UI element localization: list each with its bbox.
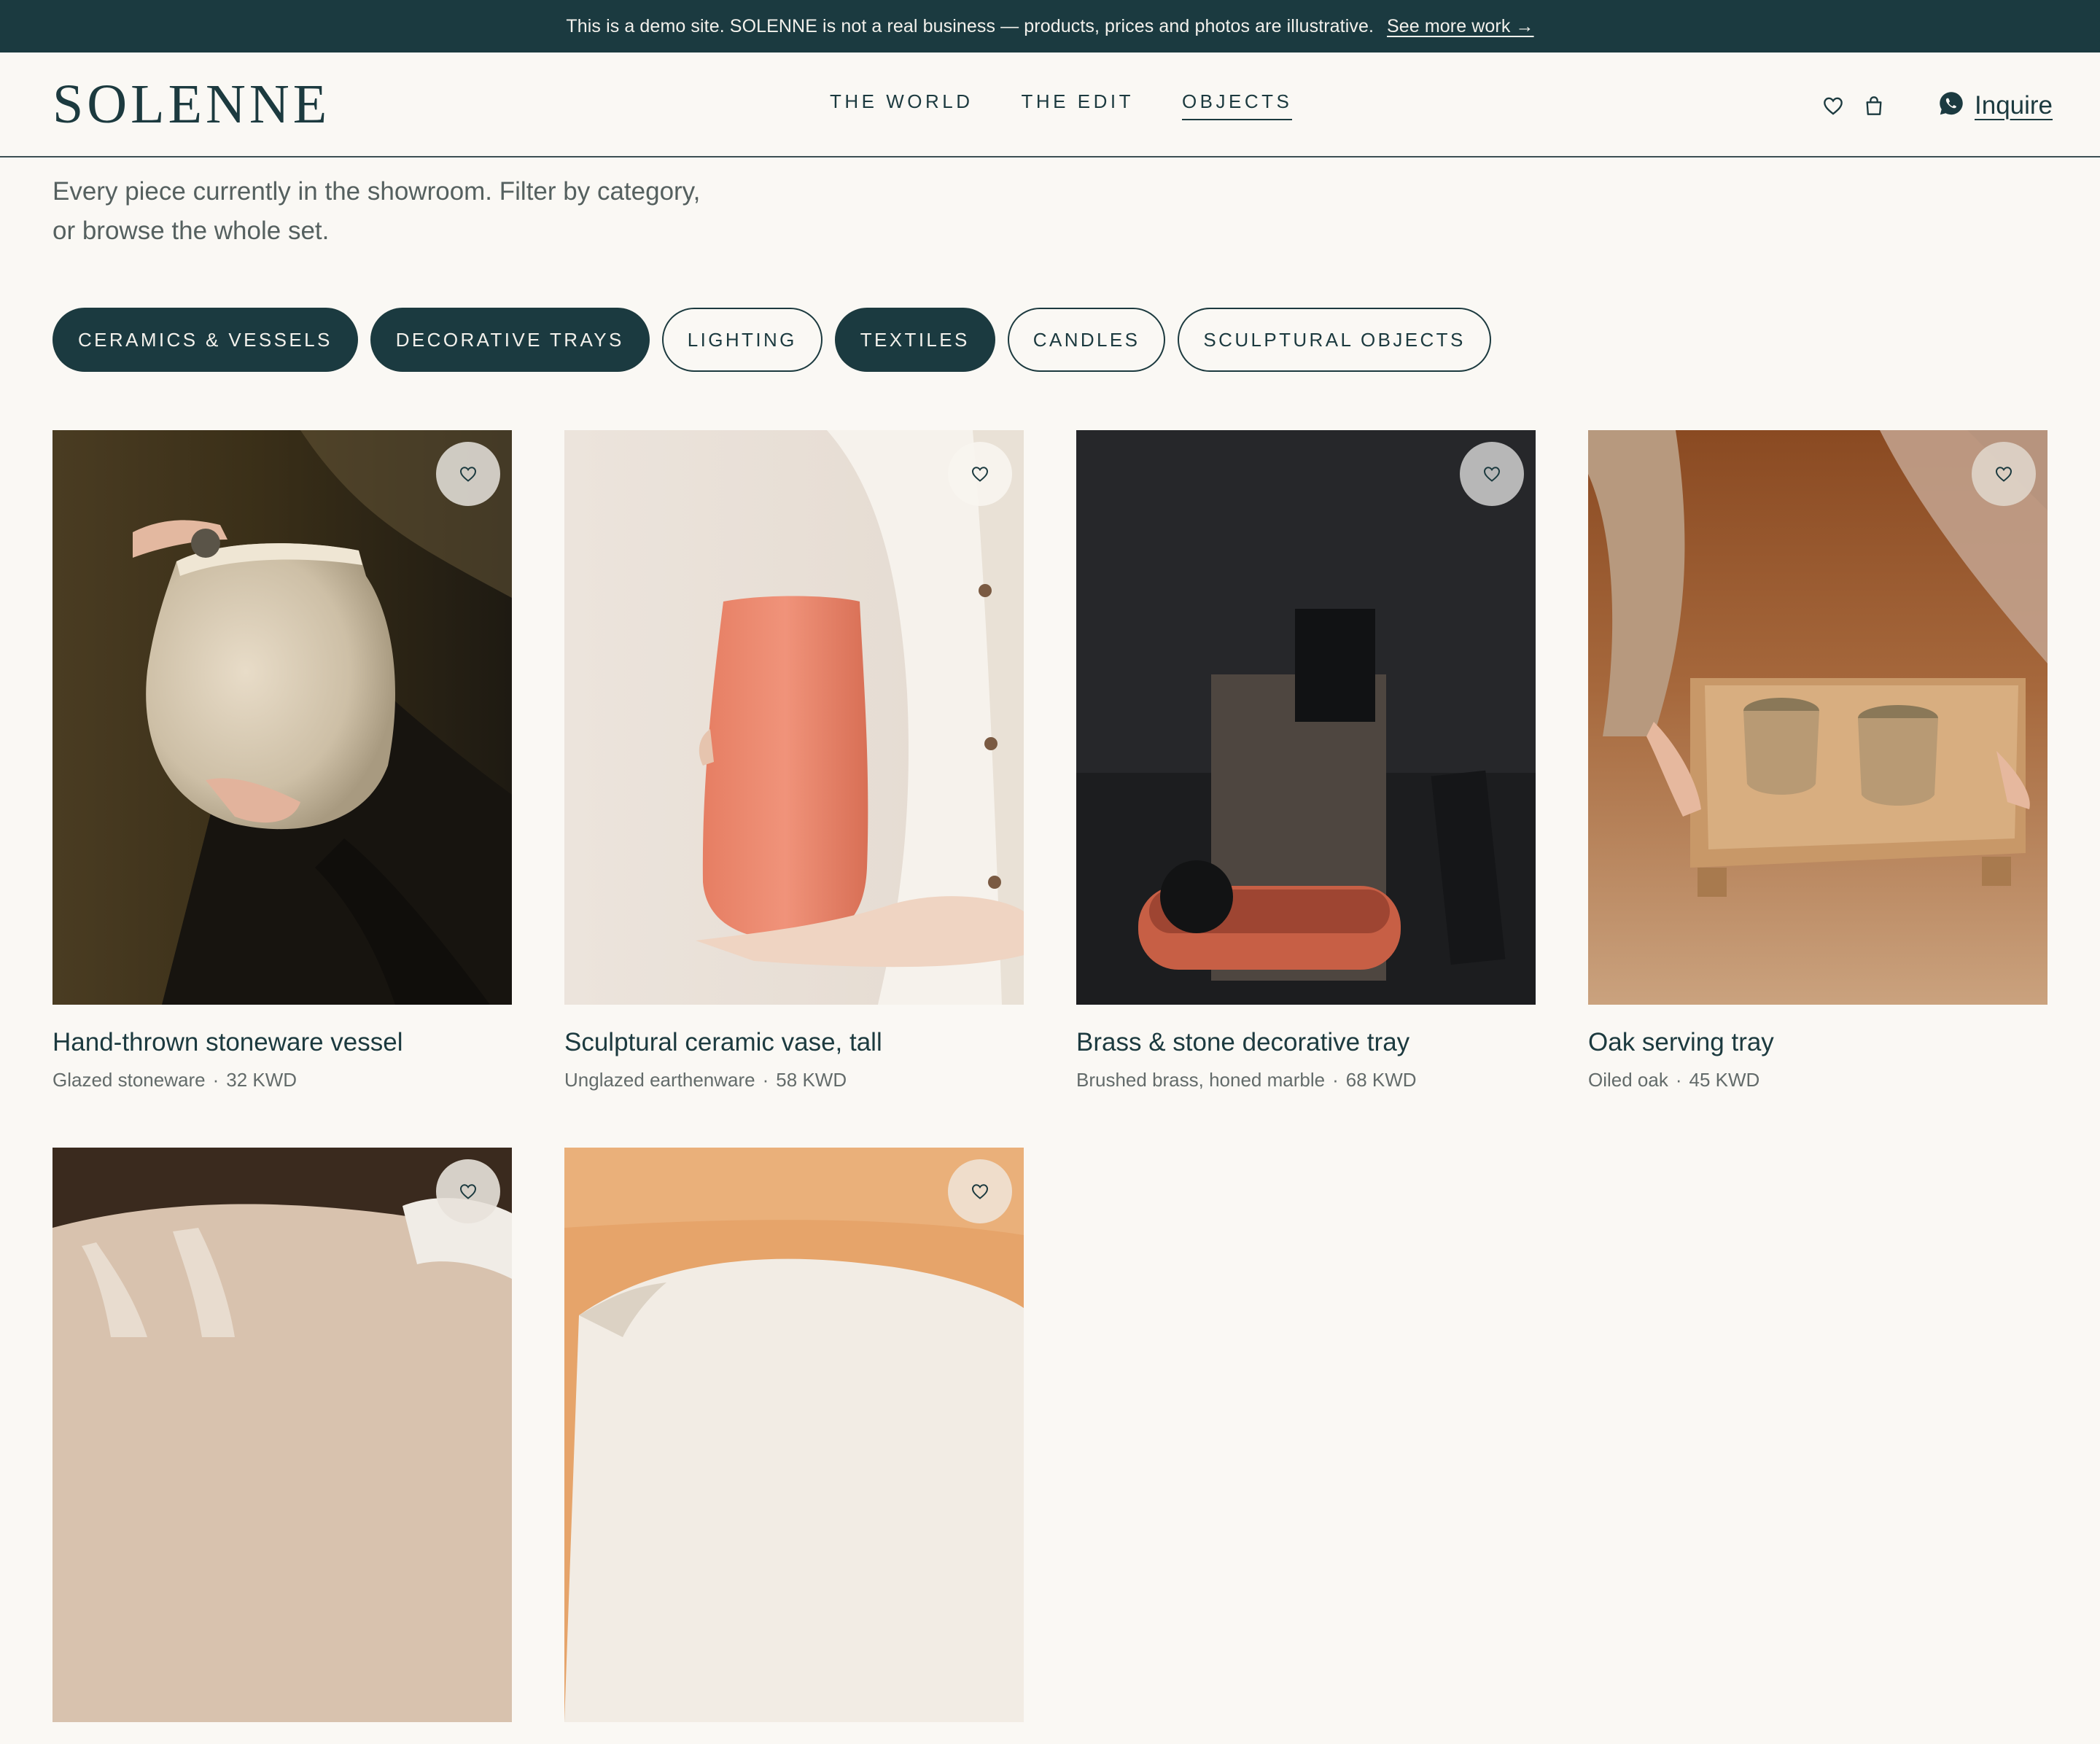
demo-banner-text: This is a demo site. SOLENNE is not a re… (566, 15, 1374, 36)
product-price: 58 KWD (776, 1069, 847, 1091)
favorite-button[interactable] (436, 442, 500, 506)
heart-icon (459, 467, 477, 482)
product-card[interactable]: Sculptural ceramic vase, tall Unglazed e… (564, 430, 1024, 1092)
filter-sculptural-objects[interactable]: SCULPTURAL OBJECTS (1178, 308, 1491, 372)
product-title[interactable]: Hand-thrown stoneware vessel (52, 1027, 512, 1059)
filter-textiles[interactable]: TEXTILES (834, 308, 995, 372)
filter-candles[interactable]: CANDLES (1007, 308, 1166, 372)
filter-ceramics-vessels[interactable]: CERAMICS & VESSELS (52, 308, 358, 372)
decorative-tray-image (1076, 430, 1536, 1005)
product-meta: Glazed stoneware · 32 KWD (52, 1069, 298, 1091)
favorite-button[interactable] (948, 442, 1012, 506)
favorite-button[interactable] (948, 1159, 1012, 1223)
nav-the-world[interactable]: THE WORLD (830, 90, 973, 120)
favorite-button[interactable] (1972, 442, 2036, 506)
product-material: Oiled oak (1588, 1069, 1668, 1091)
product-meta: Unglazed earthenware · 58 KWD (564, 1069, 847, 1091)
favorite-button[interactable] (436, 1159, 500, 1223)
filter-lighting[interactable]: LIGHTING (661, 308, 822, 372)
product-card[interactable] (52, 1148, 512, 1744)
product-price: 68 KWD (1345, 1069, 1417, 1091)
product-material: Glazed stoneware (52, 1069, 206, 1091)
oak-tray-image (1588, 430, 2048, 1005)
heart-icon (971, 467, 989, 482)
product-photo[interactable] (1076, 430, 1536, 1005)
see-more-work-link[interactable]: See more work → (1387, 16, 1534, 37)
header-actions: Inquire (1820, 90, 2053, 120)
logo[interactable]: SOLENNE (52, 74, 330, 134)
main-nav: THE WORLD THE EDIT OBJECTS (830, 90, 1293, 120)
filter-decorative-trays[interactable]: DECORATIVE TRAYS (370, 308, 650, 372)
bag-icon[interactable] (1861, 93, 1887, 119)
product-card[interactable]: Hand-thrown stoneware vessel Glazed ston… (52, 430, 512, 1092)
pillow-image (564, 1148, 1024, 1722)
intro-line-1: Every piece currently in the showroom. F… (52, 177, 701, 206)
product-title[interactable]: Brass & stone decorative tray (1076, 1027, 1536, 1059)
product-photo[interactable] (52, 430, 512, 1005)
product-photo[interactable] (564, 430, 1024, 1005)
product-photo[interactable] (1588, 430, 2048, 1005)
product-meta: Oiled oak · 45 KWD (1588, 1069, 1760, 1091)
heart-icon[interactable] (1820, 93, 1846, 119)
product-photo[interactable] (564, 1148, 1024, 1722)
product-price: 45 KWD (1689, 1069, 1760, 1091)
product-price: 32 KWD (226, 1069, 298, 1091)
product-material: Unglazed earthenware (564, 1069, 755, 1091)
product-card[interactable]: Brass & stone decorative tray Brushed br… (1076, 430, 1536, 1092)
product-photo[interactable] (52, 1148, 512, 1722)
product-card[interactable] (564, 1148, 1024, 1744)
product-card[interactable]: Oak serving tray Oiled oak · 45 KWD (1588, 430, 2048, 1092)
textile-image (52, 1148, 512, 1722)
nav-the-edit[interactable]: THE EDIT (1022, 90, 1134, 120)
inquire-button[interactable]: Inquire (1938, 90, 2053, 120)
nav-objects[interactable]: OBJECTS (1181, 90, 1293, 120)
category-filters: CERAMICS & VESSELS DECORATIVE TRAYS LIGH… (52, 308, 1491, 372)
ceramic-vase-image (564, 430, 1024, 1005)
demo-banner: This is a demo site. SOLENNE is not a re… (0, 0, 2100, 52)
site-header: SOLENNE THE WORLD THE EDIT OBJECTS Inqui… (0, 52, 2100, 157)
heart-icon (459, 1184, 477, 1199)
heart-icon (971, 1184, 989, 1199)
product-material: Brushed brass, honed marble (1076, 1069, 1326, 1091)
heart-icon (1995, 467, 2012, 482)
intro-line-2: or browse the whole set. (52, 217, 330, 245)
whatsapp-icon (1938, 90, 1964, 120)
product-title[interactable]: Oak serving tray (1588, 1027, 2048, 1059)
product-meta: Brushed brass, honed marble · 68 KWD (1076, 1069, 1417, 1091)
intro-text: Every piece currently in the showroom. F… (52, 172, 782, 251)
inquire-label: Inquire (1975, 90, 2053, 120)
heart-icon (1483, 467, 1501, 482)
product-title[interactable]: Sculptural ceramic vase, tall (564, 1027, 1024, 1059)
favorite-button[interactable] (1460, 442, 1524, 506)
stoneware-vessel-image (52, 430, 512, 1005)
